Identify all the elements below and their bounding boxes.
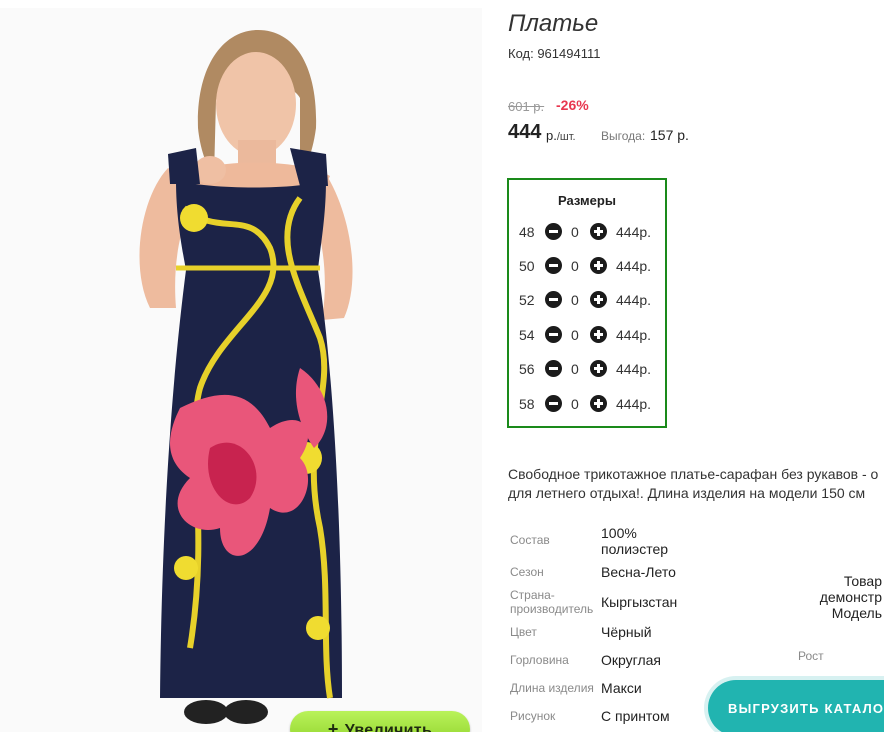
attr-value-length: Макси [601,680,642,696]
product-description: Свободное трикотажное платье-сарафан без… [508,465,884,503]
sizes-panel: Размеры 48 0 444р. 50 0 444р. 52 0 444р.… [507,178,667,428]
size-price: 444р. [616,292,652,308]
description-line: для летнего отдыха!. Длина изделия на мо… [508,485,866,501]
plus-icon[interactable] [590,360,607,377]
old-price: 601 р. [508,99,545,114]
attr-label-pattern: Рисунок [510,709,556,723]
minus-icon[interactable] [545,395,562,412]
plus-icon[interactable] [590,326,607,343]
size-quantity: 0 [571,327,579,343]
size-label: 50 [519,258,535,274]
plus-icon[interactable] [590,395,607,412]
sizes-title: Размеры [558,193,616,208]
discount-badge: -26% [556,97,589,113]
size-price: 444р. [616,361,652,377]
attr-value-country: Кыргызстан [601,594,678,610]
size-quantity: 0 [571,361,579,377]
size-price: 444р. [616,224,652,240]
size-row: 48 0 444р. [509,220,665,244]
size-row: 56 0 444р. [509,357,665,381]
description-line: Свободное трикотажное платье-сарафан без… [508,466,879,482]
minus-icon[interactable] [545,326,562,343]
product-title: Платье [508,10,599,37]
attr-label-length: Длина изделия [510,681,594,695]
plus-icon[interactable] [590,257,607,274]
attr-value-season: Весна-Лето [601,564,676,580]
attr-label-season: Сезон [510,565,544,579]
product-photo[interactable]: + Увеличить [0,8,482,732]
size-row: 58 0 444р. [509,392,665,416]
zoom-button-label: Увеличить [344,722,433,732]
size-quantity: 0 [571,258,579,274]
plus-icon: + [327,719,339,732]
size-row: 54 0 444р. [509,323,665,347]
size-label: 54 [519,327,535,343]
plus-icon[interactable] [590,223,607,240]
attr-label-neckline: Горловина [510,653,569,667]
attr-value-pattern: С принтом [601,708,670,724]
size-label: 58 [519,396,535,412]
attr-label-color: Цвет [510,625,537,639]
minus-icon[interactable] [545,360,562,377]
size-price: 444р. [616,258,652,274]
attr-label-country: Страна-производитель [510,588,594,616]
size-price: 444р. [616,327,652,343]
size-quantity: 0 [571,396,579,412]
size-label: 56 [519,361,535,377]
attr-value-neckline: Округлая [601,652,661,668]
product-code: Код: 961494111 [508,46,601,61]
export-catalog-button[interactable]: ВЫГРУЗИТЬ КАТАЛОГ [708,680,884,732]
minus-icon[interactable] [545,223,562,240]
benefit-label: Выгода: [601,129,646,143]
current-price: 444 [508,121,542,143]
plus-icon[interactable] [590,291,607,308]
attr-value-composition: 100% полиэстер [601,525,669,557]
size-row: 50 0 444р. [509,254,665,278]
minus-icon[interactable] [545,291,562,308]
zoom-button[interactable]: + Увеличить [290,711,470,732]
size-label: 52 [519,292,535,308]
size-quantity: 0 [571,224,579,240]
benefit-value: 157 р. [650,127,689,143]
minus-icon[interactable] [545,257,562,274]
price-unit: р./шт. [546,128,576,143]
dress-illustration [139,30,353,724]
attr-value-color: Чёрный [601,624,652,640]
model-note: Товар демонстр Модель [819,573,882,621]
size-quantity: 0 [571,292,579,308]
attr-label-composition: Состав [510,533,550,547]
size-price: 444р. [616,396,652,412]
size-label: 48 [519,224,535,240]
size-row: 52 0 444р. [509,288,665,312]
height-label: Рост [798,649,824,663]
